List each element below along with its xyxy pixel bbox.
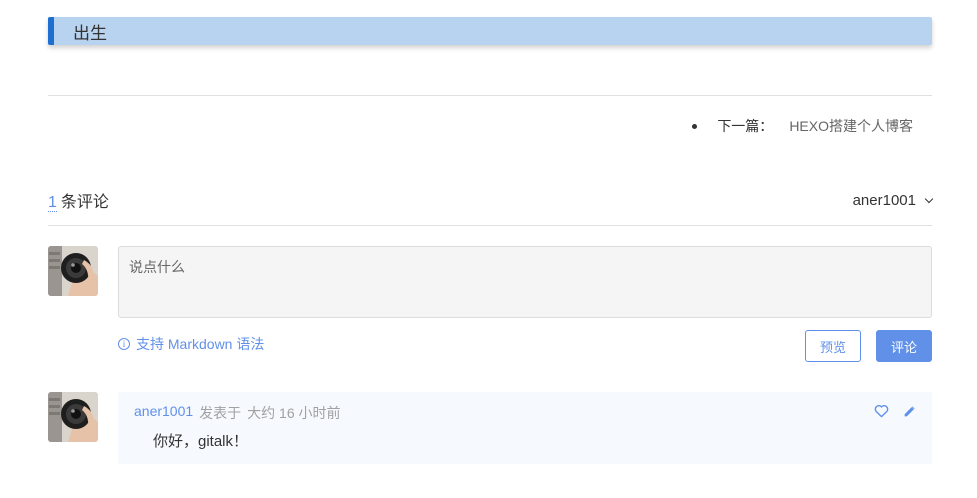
submit-comment-button[interactable]: 评论 [876, 330, 932, 362]
comment-input[interactable] [118, 246, 932, 318]
info-icon: i [118, 338, 130, 350]
heart-icon[interactable] [874, 404, 889, 423]
avatar-image [48, 246, 98, 296]
next-post-nav: 下一篇： HEXO搭建个人博客 [692, 116, 913, 136]
comment-action-text: 发表于 [199, 405, 242, 421]
user-menu-name: aner1001 [852, 191, 916, 209]
bullet-icon [692, 123, 698, 129]
next-post-label: 下一篇： [717, 118, 774, 134]
comment-author-avatar[interactable] [48, 392, 98, 442]
comment-actions [874, 404, 916, 423]
divider [48, 95, 932, 96]
comment-meta: aner1001 发表于 大约 16 小时前 [134, 403, 341, 423]
preview-button[interactable]: 预览 [805, 330, 861, 362]
section-heading-text: 出生 [73, 23, 107, 43]
comment-count-suffix: 条评论 [60, 194, 109, 211]
next-post-link[interactable]: HEXO搭建个人博客 [789, 116, 913, 136]
avatar[interactable] [48, 246, 98, 296]
comment-timestamp: 大约 16 小时前 [247, 405, 341, 421]
comments-header: 1 条评论 aner1001 [48, 188, 934, 212]
comment-body: 你好，gitalk！ [153, 433, 249, 450]
comment-count: 1 条评论 [48, 188, 109, 212]
chevron-down-icon [924, 194, 934, 203]
markdown-tip-text: 支持 Markdown 语法 [136, 336, 265, 352]
comment-author-link[interactable]: aner1001 [134, 403, 193, 423]
comment-item: aner1001 发表于 大约 16 小时前 你好，gitalk！ [118, 392, 932, 464]
comment-count-number[interactable]: 1 [48, 194, 57, 212]
divider [48, 225, 932, 226]
user-menu[interactable]: aner1001 [852, 191, 934, 209]
markdown-tip-link[interactable]: i 支持 Markdown 语法 [118, 334, 264, 354]
section-heading: 出生 [48, 17, 932, 45]
pencil-icon[interactable] [903, 405, 916, 423]
avatar-image [48, 392, 98, 442]
